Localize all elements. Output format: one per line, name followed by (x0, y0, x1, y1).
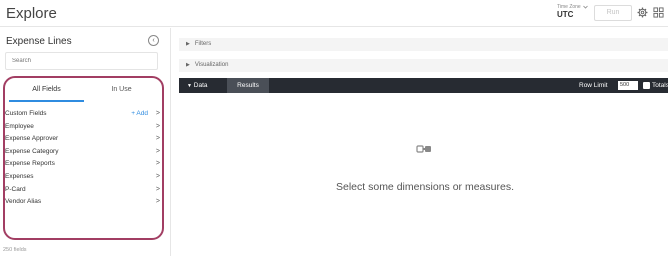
filters-section-toggle[interactable]: ▶ Filters (179, 38, 668, 51)
view-expense-reports[interactable]: Expense Reports > (3, 158, 162, 171)
chevron-right-icon: > (155, 185, 160, 193)
empty-state-message: Select some dimensions or measures. (336, 181, 514, 193)
row-limit-label: Row Limit (579, 82, 608, 89)
view-label: Vendor Alias (5, 198, 42, 206)
chevron-right-icon: > (155, 198, 160, 206)
view-label: Expense Category (5, 147, 59, 155)
filters-label: Filters (194, 41, 212, 47)
field-search-input[interactable] (5, 52, 158, 70)
timezone-selector[interactable]: Time Zone UTC (557, 4, 588, 19)
view-expense-category[interactable]: Expense Category > (3, 146, 162, 159)
visualization-label: Visualization (194, 62, 229, 68)
empty-results-icon (416, 145, 431, 153)
grid-icon[interactable] (653, 7, 664, 18)
chevron-right-icon: > (155, 135, 160, 143)
chevron-right-icon: > (155, 110, 160, 117)
chevron-right-icon: > (155, 122, 160, 130)
view-p-card[interactable]: P-Card > (3, 184, 162, 197)
field-list-highlight: All Fields In Use Custom Fields + Add > … (3, 76, 164, 240)
view-expense-approver[interactable]: Expense Approver > (3, 133, 162, 146)
view-label: P-Card (5, 185, 26, 193)
view-label: Expense Approver (5, 135, 59, 143)
run-button[interactable]: Run (594, 5, 632, 21)
field-count: 250 fields (3, 247, 27, 253)
chevron-down-icon (582, 5, 588, 9)
tab-in-use[interactable]: In Use (84, 82, 159, 102)
timezone-value: UTC (557, 10, 574, 19)
page-title: Explore (6, 5, 57, 22)
caret-down-icon: ▼ (187, 83, 192, 89)
caret-right-icon: ▶ (186, 41, 190, 47)
chevron-right-icon: > (155, 160, 160, 168)
data-label: Data (193, 82, 208, 89)
view-expenses[interactable]: Expenses > (3, 171, 162, 184)
visualization-section-toggle[interactable]: ▶ Visualization (179, 59, 668, 72)
field-tabs: All Fields In Use (9, 82, 159, 102)
field-picker-panel: Expense Lines ‹ All Fields In Use Custom… (0, 28, 171, 256)
data-section-toggle[interactable]: ▼ Data (187, 78, 208, 94)
field-list: Custom Fields + Add > Employee > Expense… (3, 108, 162, 209)
chevron-left-icon[interactable]: ‹ (148, 35, 159, 46)
header-bar: Explore Time Zone UTC Run (0, 0, 668, 27)
row-limit-input[interactable]: 500 (618, 81, 638, 90)
chevron-right-icon: > (155, 147, 160, 155)
tab-all-fields[interactable]: All Fields (9, 82, 84, 102)
tab-results[interactable]: Results (227, 78, 269, 93)
caret-right-icon: ▶ (186, 62, 190, 68)
view-label: Expense Reports (5, 160, 55, 168)
chevron-right-icon: > (155, 172, 160, 180)
view-vendor-alias[interactable]: Vendor Alias > (3, 196, 162, 209)
add-custom-field-button[interactable]: + Add (131, 108, 148, 121)
view-employee[interactable]: Employee > (3, 121, 162, 134)
data-section-bar: ▼ Data Results Row Limit 500 Totals (179, 78, 668, 93)
view-custom-fields[interactable]: Custom Fields + Add > (3, 108, 162, 121)
gear-icon[interactable] (637, 7, 648, 18)
totals-checkbox[interactable] (643, 82, 650, 89)
view-label: Custom Fields (5, 110, 47, 117)
view-label: Employee (5, 122, 34, 130)
totals-label: Totals (652, 82, 668, 89)
explore-main: ▶ Filters ▶ Visualization ▼ Data Results R… (172, 28, 668, 256)
explore-name: Expense Lines (6, 36, 72, 47)
view-label: Expenses (5, 172, 34, 180)
